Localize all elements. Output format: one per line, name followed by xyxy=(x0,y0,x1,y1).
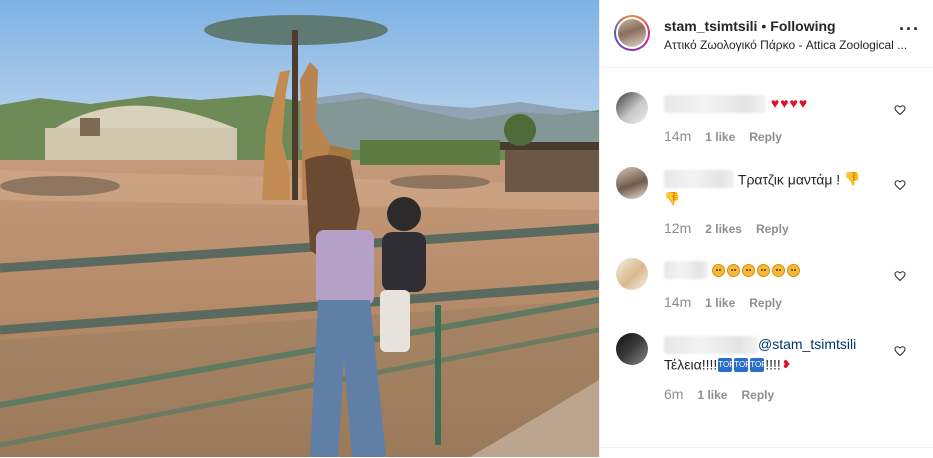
top-arrow-icon: TOP xyxy=(718,357,735,372)
author-avatar[interactable] xyxy=(614,15,650,51)
comment-text: ♥♥♥♥ xyxy=(664,94,894,114)
comment-meta: 6m 1 like Reply xyxy=(664,386,774,402)
top-arrow-icon: TOP xyxy=(734,357,751,372)
author-username[interactable]: stam_tsimtsili xyxy=(664,18,757,34)
like-comment-heart-icon[interactable] xyxy=(894,270,906,282)
sad-face-icon xyxy=(741,263,755,277)
blurred-username xyxy=(664,95,766,114)
comment-likes[interactable]: 1 like xyxy=(697,388,727,402)
zoo-scene-image xyxy=(0,0,599,457)
red-heart-icon: ♥ xyxy=(798,95,808,111)
comment-time[interactable]: 6m xyxy=(664,386,683,402)
blurred-username xyxy=(664,170,734,189)
reply-button[interactable]: Reply xyxy=(741,388,774,402)
mention-link[interactable]: @stam_tsimtsili xyxy=(758,336,856,352)
commenter-avatar[interactable] xyxy=(616,333,648,365)
following-button[interactable]: Following xyxy=(770,18,835,34)
sad-face-icon xyxy=(771,263,785,277)
comment-text: Τρατζικ μαντάμ ! 👎 👎 xyxy=(664,169,894,208)
like-comment-heart-icon[interactable] xyxy=(894,179,906,191)
comment-body-suffix: !!!! xyxy=(765,356,781,373)
separator-dot: • xyxy=(761,18,767,34)
blurred-username xyxy=(664,261,708,280)
red-heart-icon: ♥ xyxy=(789,95,798,111)
author-line: stam_tsimtsili • Following xyxy=(664,18,836,34)
sad-face-icon xyxy=(786,263,800,277)
comment-meta: 14m 1 like Reply xyxy=(664,294,782,310)
like-comment-heart-icon[interactable] xyxy=(894,104,906,116)
sad-face-icon xyxy=(711,263,725,277)
comment-likes[interactable]: 1 like xyxy=(705,130,735,144)
comment-time[interactable]: 12m xyxy=(664,220,691,236)
comment-likes[interactable]: 2 likes xyxy=(705,222,742,236)
commenter-avatar[interactable] xyxy=(616,167,648,199)
top-arrow-icon: TOP xyxy=(750,357,767,372)
red-heart-icon: ♥ xyxy=(770,95,780,111)
sad-face-icon xyxy=(756,263,770,277)
like-comment-heart-icon[interactable] xyxy=(894,345,906,357)
comment-meta: 14m 1 like Reply xyxy=(664,128,782,144)
reply-button[interactable]: Reply xyxy=(756,222,789,236)
red-heart-icon: ♥ xyxy=(780,95,789,111)
post-header: stam_tsimtsili • Following Αττικό Ζωολογικ… xyxy=(600,0,933,68)
red-heart-icon: ❥ xyxy=(781,359,792,372)
comments-panel: stam_tsimtsili • Following Αττικό Ζωολογικ… xyxy=(599,0,933,457)
comment-meta: 12m 2 likes Reply xyxy=(664,220,789,236)
comment-body: Τρατζικ μαντάμ ! xyxy=(737,171,841,188)
post-location[interactable]: Αττικό Ζωολογικό Πάρκο - Attica Zoologic… xyxy=(664,38,922,52)
thumbs-down-icon: 👎 xyxy=(844,171,861,187)
post-photo xyxy=(0,0,599,457)
more-options-icon[interactable]: ··· xyxy=(899,20,920,38)
comment-time[interactable]: 14m xyxy=(664,128,691,144)
reply-button[interactable]: Reply xyxy=(749,296,782,310)
comment-time[interactable]: 14m xyxy=(664,294,691,310)
thumbs-down-icon: 👎 xyxy=(664,190,681,206)
reply-button[interactable]: Reply xyxy=(749,130,782,144)
comment-body: Τέλεια!!!! xyxy=(664,356,718,373)
sad-face-icon xyxy=(726,263,740,277)
comment-likes[interactable]: 1 like xyxy=(705,296,735,310)
commenter-avatar[interactable] xyxy=(616,258,648,290)
commenter-avatar[interactable] xyxy=(616,92,648,124)
action-bar xyxy=(600,447,933,458)
blurred-username xyxy=(664,336,758,355)
comment-text: @stam_tsimtsili Τέλεια!!!!TOPTOPTOP!!!!❥ xyxy=(664,335,894,374)
comment-text xyxy=(664,260,894,280)
